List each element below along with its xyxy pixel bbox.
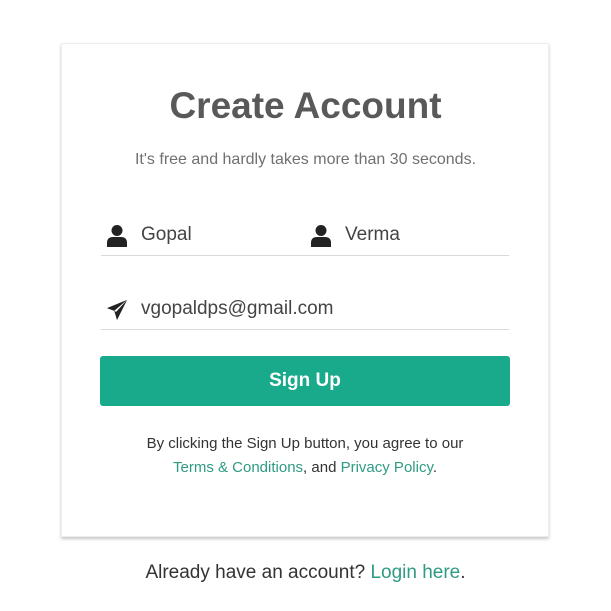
login-prompt-text: Already have an account? (145, 562, 366, 583)
signup-page: Create Account It's free and hardly take… (0, 0, 611, 611)
page-title: Create Account (169, 85, 442, 126)
last-name-input[interactable] (345, 220, 505, 250)
paper-plane-icon (106, 299, 128, 321)
login-prompt-suffix: . (460, 562, 466, 583)
email-field (101, 290, 509, 330)
email-input[interactable] (141, 294, 501, 324)
login-link[interactable]: Login here (370, 562, 460, 583)
user-icon (311, 225, 331, 247)
first-name-input[interactable] (141, 220, 301, 250)
login-prompt: Already have an account? Login here. (0, 561, 611, 585)
terms-notice-suffix: . (432, 459, 438, 476)
privacy-link[interactable]: Privacy Policy (341, 459, 433, 476)
page-subtitle: It's free and hardly takes more than 30 … (134, 151, 477, 168)
user-icon (107, 225, 127, 247)
terms-notice-conjunction: , and (303, 459, 337, 476)
last-name-field (305, 216, 509, 256)
sign-up-button[interactable]: Sign Up (100, 356, 510, 406)
first-name-field (101, 216, 305, 256)
terms-notice: By clicking the Sign Up button, you agre… (100, 432, 510, 480)
terms-notice-prefix: By clicking the Sign Up button, you agre… (146, 435, 464, 452)
terms-link[interactable]: Terms & Conditions (173, 459, 303, 476)
